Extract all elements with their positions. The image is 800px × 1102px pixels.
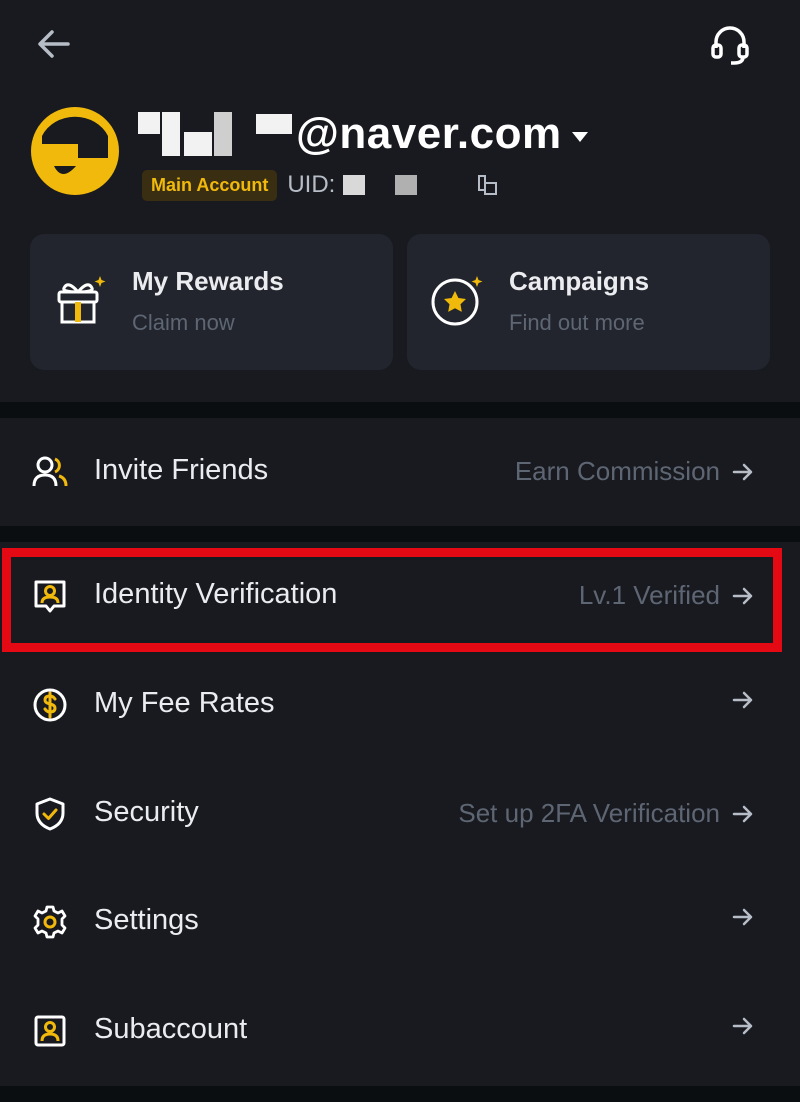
card-subtitle: Claim now bbox=[132, 310, 235, 335]
card-subtitle: Find out more bbox=[509, 310, 645, 335]
shield-check-icon bbox=[35, 797, 65, 831]
redacted-block bbox=[138, 112, 160, 134]
highlight-box bbox=[2, 548, 782, 652]
menu-item-label: Subaccount bbox=[94, 1013, 248, 1045]
menu-item-security[interactable]: Security Set up 2FA Verification bbox=[0, 760, 800, 868]
copy-icon[interactable] bbox=[477, 174, 499, 196]
redacted-block bbox=[184, 132, 212, 156]
menu-item-trailing: Set up 2FA Verification bbox=[458, 798, 754, 829]
dollar-circle-icon bbox=[33, 688, 67, 722]
menu-item-trailing bbox=[720, 1015, 754, 1037]
account-email: @naver.com bbox=[296, 109, 562, 158]
users-icon bbox=[32, 456, 68, 487]
arrow-right-icon bbox=[732, 1017, 753, 1035]
profile-header: @naver.com Main Account UID: bbox=[0, 100, 800, 210]
top-bar bbox=[0, 0, 800, 90]
menu-item-trailing: Earn Commission bbox=[515, 456, 754, 487]
quick-cards: My Rewards Claim now Campaigns Find out … bbox=[30, 234, 770, 370]
section-divider bbox=[0, 1086, 800, 1102]
uid-label: UID: bbox=[287, 171, 336, 198]
menu-item-trailing bbox=[720, 906, 754, 928]
menu-item-subaccount[interactable]: Subaccount bbox=[0, 977, 800, 1085]
avatar-icon[interactable] bbox=[30, 106, 120, 196]
arrow-right-icon bbox=[732, 691, 753, 709]
star-badge-icon bbox=[431, 276, 483, 326]
section-divider bbox=[0, 402, 800, 418]
redacted-uid bbox=[395, 175, 418, 195]
card-title: My Rewards bbox=[132, 266, 284, 296]
redacted-block bbox=[256, 114, 292, 134]
menu-item-label: Security bbox=[94, 796, 199, 828]
card-title: Campaigns bbox=[509, 266, 650, 296]
headset-icon[interactable] bbox=[704, 18, 756, 70]
arrow-right-icon bbox=[732, 908, 753, 926]
gift-icon bbox=[57, 276, 106, 324]
gear-icon bbox=[33, 905, 67, 939]
arrow-left-icon[interactable] bbox=[32, 22, 76, 66]
my-rewards-card[interactable]: My Rewards Claim now bbox=[30, 234, 393, 370]
account-switcher[interactable]: @naver.com bbox=[138, 108, 588, 160]
arrow-right-icon bbox=[732, 805, 753, 822]
account-type-badge: Main Account bbox=[142, 169, 278, 201]
menu-item-hint: Earn Commission bbox=[514, 456, 720, 486]
menu-item-label: My Fee Rates bbox=[94, 687, 275, 719]
uid-row: Main Account UID: bbox=[142, 168, 499, 202]
arrow-right-icon bbox=[732, 463, 753, 480]
chevron-down-icon[interactable] bbox=[571, 132, 588, 142]
menu-item-invite-friends[interactable]: Invite Friends Earn Commission bbox=[0, 418, 800, 526]
menu-item-label: Invite Friends bbox=[94, 454, 269, 486]
redacted-block bbox=[162, 112, 180, 156]
menu-item-my-fee-rates[interactable]: My Fee Rates bbox=[0, 651, 800, 759]
section-divider bbox=[0, 526, 800, 542]
redacted-block bbox=[214, 112, 232, 156]
redacted-uid bbox=[343, 175, 366, 195]
menu-item-trailing bbox=[720, 689, 754, 711]
user-square-icon bbox=[34, 1015, 66, 1047]
menu-item-label: Settings bbox=[94, 904, 199, 936]
menu-item-hint: Set up 2FA Verification bbox=[458, 798, 720, 828]
campaigns-card[interactable]: Campaigns Find out more bbox=[407, 234, 770, 370]
menu-item-settings[interactable]: Settings bbox=[0, 868, 800, 976]
